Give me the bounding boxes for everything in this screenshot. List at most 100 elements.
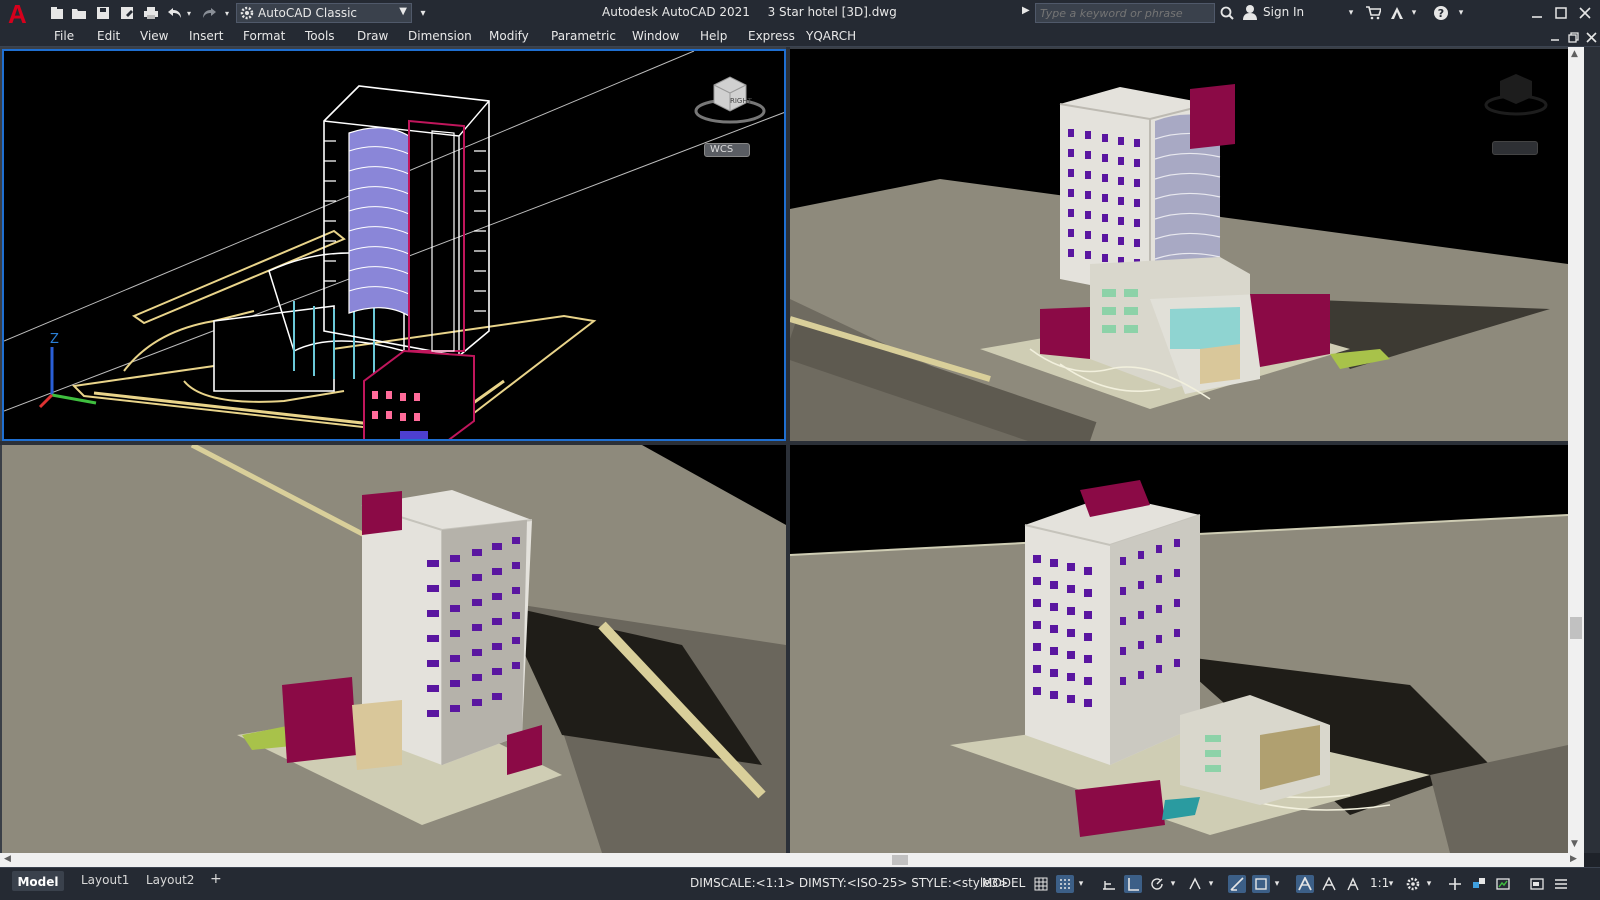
menu-window[interactable]: Window	[632, 29, 679, 43]
menu-view[interactable]: View	[140, 29, 168, 43]
menu-insert[interactable]: Insert	[189, 29, 223, 43]
ortho-mode-icon[interactable]	[1124, 875, 1142, 893]
autocad-logo-icon[interactable]: A	[8, 1, 34, 27]
viewport-shaded-top-right[interactable]	[790, 49, 1568, 441]
tab-layout1[interactable]: Layout1	[81, 873, 129, 887]
menu-help[interactable]: Help	[700, 29, 727, 43]
viewcube-face-label: RIGHT	[730, 97, 752, 105]
menu-file[interactable]: File	[54, 29, 74, 43]
clean-screen-icon[interactable]	[1528, 875, 1546, 893]
snap-mode-icon[interactable]	[1056, 875, 1074, 893]
isolate-objects-icon[interactable]	[1470, 875, 1488, 893]
viewport-splitter-vertical[interactable]	[786, 47, 790, 853]
autodesk-app-icon[interactable]	[1388, 4, 1406, 22]
doc-restore-icon[interactable]	[1564, 28, 1582, 46]
viewport-shaded-bottom-right[interactable]	[790, 445, 1568, 853]
minimize-icon[interactable]	[1528, 4, 1546, 22]
auto-scale-icon[interactable]	[1320, 875, 1338, 893]
viewport-shaded-bottom-left[interactable]	[2, 445, 786, 853]
undo-dropdown-icon[interactable]: ▾	[184, 4, 194, 22]
polar-tracking-icon[interactable]	[1148, 875, 1166, 893]
open-icon[interactable]	[70, 4, 88, 22]
chevron-down-icon: ▼	[399, 6, 407, 17]
scroll-down-icon[interactable]: ▼	[1571, 839, 1578, 849]
window-title: Autodesk AutoCAD 2021 3 Star hotel [3D].…	[602, 5, 897, 19]
wireframe-drawing	[4, 51, 784, 439]
workspace-switching-icon[interactable]	[1404, 875, 1422, 893]
object-snap-dropdown-icon[interactable]: ▾	[1272, 875, 1282, 893]
viewcube[interactable]: RIGHT	[692, 71, 772, 131]
menu-modify[interactable]: Modify	[489, 29, 529, 43]
hardware-acceleration-icon[interactable]	[1494, 875, 1512, 893]
svg-text:?: ?	[1438, 7, 1444, 20]
menu-format[interactable]: Format	[243, 29, 285, 43]
viewport-wireframe[interactable]: Z RIGHT WCS	[2, 49, 786, 441]
viewport-splitter-horizontal[interactable]	[0, 441, 1568, 445]
snap-dropdown-icon[interactable]: ▾	[1076, 875, 1086, 893]
save-as-icon[interactable]	[118, 4, 136, 22]
scroll-thumb-horizontal[interactable]	[892, 855, 908, 865]
customize-toolbar-icon[interactable]: ▾	[414, 4, 432, 22]
wcs-menu-button-ghost[interactable]	[1492, 141, 1538, 155]
ucs-z-label: Z	[50, 333, 59, 347]
isometric-drafting-icon[interactable]	[1186, 875, 1204, 893]
menu-yqarch[interactable]: YQARCH	[806, 29, 856, 43]
help-icon[interactable]: ?	[1432, 4, 1450, 22]
scroll-thumb-vertical[interactable]	[1570, 617, 1582, 639]
workspace-label: AutoCAD Classic	[258, 6, 358, 20]
object-snap-icon[interactable]	[1252, 875, 1270, 893]
chevron-right-icon[interactable]: ▶	[1022, 5, 1030, 16]
viewport-area: Z RIGHT WCS	[0, 47, 1568, 853]
annotation-visibility-icon[interactable]	[1296, 875, 1314, 893]
scroll-left-icon[interactable]: ◀	[4, 854, 11, 864]
scale-dropdown-icon[interactable]: ▾	[1386, 875, 1396, 893]
doc-minimize-icon[interactable]	[1546, 28, 1564, 46]
search-input[interactable]	[1035, 3, 1215, 23]
tab-model[interactable]: Model	[12, 871, 64, 891]
wcs-menu-button[interactable]: WCS	[704, 143, 750, 157]
workspace-dropdown-icon[interactable]: ▾	[1424, 875, 1434, 893]
doc-close-icon[interactable]	[1582, 28, 1600, 46]
save-icon[interactable]	[94, 4, 112, 22]
redo-icon[interactable]	[200, 4, 218, 22]
vertical-scrollbar[interactable]: ▲ ▼	[1568, 47, 1584, 853]
polar-dropdown-icon[interactable]: ▾	[1168, 875, 1178, 893]
cart-icon[interactable]	[1364, 4, 1382, 22]
maximize-icon[interactable]	[1552, 4, 1570, 22]
app-dropdown-icon[interactable]: ▾	[1405, 4, 1423, 22]
undo-icon[interactable]	[166, 4, 184, 22]
shaded-drawing-2	[190, 445, 786, 853]
system-variables-readout: DIMSCALE:<1:1> DIMSTY:<ISO-25> STYLE:<st…	[690, 876, 1009, 890]
isometric-dropdown-icon[interactable]: ▾	[1206, 875, 1216, 893]
sign-in-button[interactable]: Sign In	[1242, 4, 1304, 20]
horizontal-scrollbar[interactable]: ◀ ▶	[0, 853, 1584, 867]
redo-dropdown-icon[interactable]: ▾	[222, 4, 232, 22]
crosshair-icon[interactable]	[1446, 875, 1464, 893]
customization-menu-icon[interactable]	[1552, 875, 1570, 893]
model-space-button[interactable]: MODEL	[982, 876, 1025, 890]
menu-edit[interactable]: Edit	[97, 29, 120, 43]
close-icon[interactable]	[1576, 4, 1594, 22]
scroll-up-icon[interactable]: ▲	[1571, 49, 1578, 59]
tab-layout2[interactable]: Layout2	[146, 873, 194, 887]
menu-express[interactable]: Express	[748, 29, 795, 43]
search-icon[interactable]	[1218, 4, 1236, 22]
workspace-dropdown[interactable]: AutoCAD Classic ▼	[236, 3, 412, 23]
document-title: 3 Star hotel [3D].dwg	[767, 5, 897, 19]
grid-icon[interactable]	[1032, 875, 1050, 893]
add-layout-button[interactable]: +	[210, 871, 222, 887]
infer-constraints-icon[interactable]	[1100, 875, 1118, 893]
sign-in-dropdown-icon[interactable]: ▾	[1342, 4, 1360, 22]
print-icon[interactable]	[142, 4, 160, 22]
menu-parametric[interactable]: Parametric	[551, 29, 616, 43]
sign-in-label: Sign In	[1263, 5, 1305, 19]
annotation-scale-icon[interactable]	[1344, 875, 1362, 893]
new-icon[interactable]	[48, 4, 66, 22]
menu-draw[interactable]: Draw	[357, 29, 388, 43]
menu-tools[interactable]: Tools	[305, 29, 335, 43]
scroll-right-icon[interactable]: ▶	[1570, 854, 1577, 864]
menu-dimension[interactable]: Dimension	[408, 29, 472, 43]
viewcube-ghost[interactable]	[1480, 69, 1552, 121]
help-dropdown-icon[interactable]: ▾	[1452, 4, 1470, 22]
object-snap-tracking-icon[interactable]	[1228, 875, 1246, 893]
